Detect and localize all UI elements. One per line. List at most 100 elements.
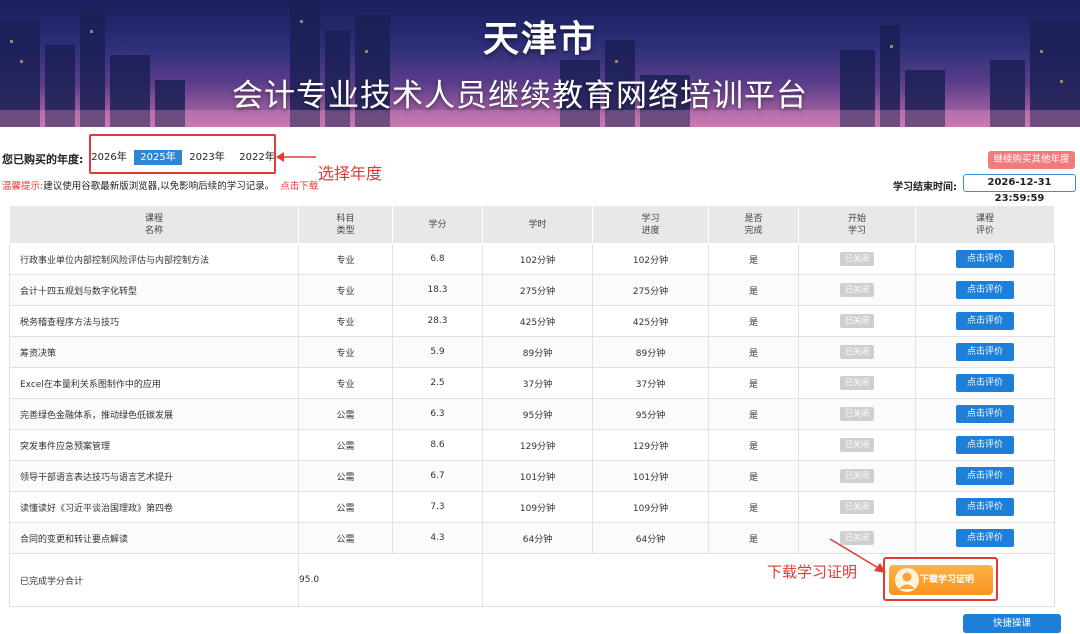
annotation-box-years <box>89 134 276 174</box>
table-row: Excel在本量利关系图制作中的应用 专业 2.5 37分钟 37分钟是已关闭 点击评价 <box>9 367 1055 399</box>
buy-more-years-button[interactable]: 继续购买其他年度 <box>988 151 1075 169</box>
subject-type-cell: 专业 <box>298 336 393 368</box>
evaluate-course-button[interactable]: 点击评价 <box>956 312 1014 330</box>
progress-cell: 102分钟 <box>592 243 709 275</box>
evaluation-cell: 点击评价 <box>915 274 1055 306</box>
closed-status-button: 已关闭 <box>840 376 874 390</box>
hours-cell: 109分钟 <box>482 491 593 523</box>
download-certificate-button[interactable]: 下载学习证明 <box>889 565 993 595</box>
progress-cell: 425分钟 <box>592 305 709 337</box>
download-certificate-label: 下载学习证明 <box>920 575 975 585</box>
closed-status-button: 已关闭 <box>840 407 874 421</box>
evaluate-course-button[interactable]: 点击评价 <box>956 467 1014 485</box>
header-evaluation: 课程 评价 <box>915 205 1055 244</box>
credit-cell: 8.6 <box>392 429 483 461</box>
progress-cell: 129分钟 <box>592 429 709 461</box>
evaluation-cell: 点击评价 <box>915 398 1055 430</box>
hours-cell: 275分钟 <box>482 274 593 306</box>
evaluate-course-button[interactable]: 点击评价 <box>956 343 1014 361</box>
subject-type-cell: 公需 <box>298 491 393 523</box>
evaluation-cell: 点击评价 <box>915 367 1055 399</box>
annotation-select-year: 选择年度 <box>318 164 383 183</box>
quick-course-button[interactable]: 快捷操课 <box>963 614 1061 633</box>
evaluate-course-button[interactable]: 点击评价 <box>956 529 1014 547</box>
course-name-cell: 会计十四五规划与数字化转型 <box>9 274 299 306</box>
notice-download-link[interactable]: 点击下载 <box>280 181 318 192</box>
table-row: 领导干部语言表达技巧与语言艺术提升 公需 6.7 101分钟 101分钟是已关闭 点击评价 <box>9 460 1055 492</box>
progress-cell: 64分钟 <box>592 522 709 554</box>
evaluation-cell: 点击评价 <box>915 460 1055 492</box>
evaluate-course-button[interactable]: 点击评价 <box>956 250 1014 268</box>
evaluate-course-button[interactable]: 点击评价 <box>956 436 1014 454</box>
header-start-study: 开始 学习 <box>798 205 916 244</box>
closed-status-button: 已关闭 <box>840 283 874 297</box>
courses-table: 课程 名称 科目 类型 学分 学时 学习 进度 是否 完成 开始 学习 课程 评价 行政事业… <box>9 205 1055 607</box>
header-banner: 天津市 会计专业技术人员继续教育网络培训平台 <box>0 0 1080 127</box>
course-name-cell: 完善绿色金融体系，推动绿色低碳发展 <box>9 398 299 430</box>
hours-cell: 89分钟 <box>482 336 593 368</box>
credit-cell: 6.8 <box>392 243 483 275</box>
table-row: 筹资决策 专业 5.9 89分钟 89分钟是已关闭 点击评价 <box>9 336 1055 368</box>
progress-cell: 101分钟 <box>592 460 709 492</box>
start-study-cell: 已关闭 <box>798 367 916 399</box>
evaluation-cell: 点击评价 <box>915 429 1055 461</box>
table-row: 完善绿色金融体系，推动绿色低碳发展 公需 6.3 95分钟 95分钟是已关闭 点击评价 <box>9 398 1055 430</box>
subject-type-cell: 专业 <box>298 367 393 399</box>
start-study-cell: 已关闭 <box>798 429 916 461</box>
notice-text: 建议使用谷歌最新版浏览器,以免影响后续的学习记录。 <box>43 181 275 192</box>
table-row: 合同的变更和转让要点解读 公需 4.3 64分钟 64分钟是已关闭 点击评价 <box>9 522 1055 554</box>
table-row: 会计十四五规划与数字化转型 专业 18.3 275分钟 275分钟是已关闭 点击评价 <box>9 274 1055 306</box>
header-progress: 学习 进度 <box>592 205 709 244</box>
evaluate-course-button[interactable]: 点击评价 <box>956 281 1014 299</box>
table-row: 行政事业单位内部控制风险评估与内部控制方法 专业 6.8 102分钟 102分钟是已关闭… <box>9 243 1055 275</box>
start-study-cell: 已关闭 <box>798 305 916 337</box>
course-name-cell: 读懂读好《习近平谈治国理政》第四卷 <box>9 491 299 523</box>
hours-cell: 64分钟 <box>482 522 593 554</box>
subject-type-cell: 公需 <box>298 522 393 554</box>
table-header-row: 课程 名称 科目 类型 学分 学时 学习 进度 是否 完成 开始 学习 课程 评价 <box>9 205 1055 244</box>
certificate-user-icon <box>895 568 919 592</box>
header-hours: 学时 <box>482 205 593 244</box>
evaluate-course-button[interactable]: 点击评价 <box>956 405 1014 423</box>
completed-cell: 是 <box>708 305 799 337</box>
evaluation-cell: 点击评价 <box>915 305 1055 337</box>
hours-cell: 95分钟 <box>482 398 593 430</box>
study-end-label: 学习结束时间: <box>893 182 957 193</box>
credit-cell: 28.3 <box>392 305 483 337</box>
completed-cell: 是 <box>708 522 799 554</box>
credit-total-label: 已完成学分合计 <box>9 553 299 607</box>
purchased-years-label: 您已购买的年度: <box>2 153 84 166</box>
credit-cell: 5.9 <box>392 336 483 368</box>
credit-cell: 6.7 <box>392 460 483 492</box>
completed-cell: 是 <box>708 336 799 368</box>
browser-notice: 温馨提示:建议使用谷歌最新版浏览器,以免影响后续的学习记录。 点击下载 <box>2 178 318 192</box>
course-name-cell: 领导干部语言表达技巧与语言艺术提升 <box>9 460 299 492</box>
subject-type-cell: 公需 <box>298 398 393 430</box>
notice-warn-label: 温馨提示: <box>2 181 44 192</box>
subject-type-cell: 专业 <box>298 243 393 275</box>
header-credit: 学分 <box>392 205 483 244</box>
evaluate-course-button[interactable]: 点击评价 <box>956 498 1014 516</box>
banner-city: 天津市 <box>482 19 597 60</box>
table-row: 读懂读好《习近平谈治国理政》第四卷 公需 7.3 109分钟 109分钟是已关闭 点击评价 <box>9 491 1055 523</box>
hours-cell: 101分钟 <box>482 460 593 492</box>
completed-cell: 是 <box>708 243 799 275</box>
evaluation-cell: 点击评价 <box>915 243 1055 275</box>
progress-cell: 37分钟 <box>592 367 709 399</box>
table-row: 突发事件应急预案管理 公需 8.6 129分钟 129分钟是已关闭 点击评价 <box>9 429 1055 461</box>
start-study-cell: 已关闭 <box>798 398 916 430</box>
closed-status-button: 已关闭 <box>840 314 874 328</box>
evaluate-course-button[interactable]: 点击评价 <box>956 374 1014 392</box>
closed-status-button: 已关闭 <box>840 500 874 514</box>
completed-cell: 是 <box>708 429 799 461</box>
start-study-cell: 已关闭 <box>798 243 916 275</box>
subject-type-cell: 公需 <box>298 429 393 461</box>
completed-cell: 是 <box>708 491 799 523</box>
study-end-time: 2026-12-31 23:59:59 <box>963 174 1076 204</box>
start-study-cell: 已关闭 <box>798 274 916 306</box>
hours-cell: 425分钟 <box>482 305 593 337</box>
course-name-cell: 行政事业单位内部控制风险评估与内部控制方法 <box>9 243 299 275</box>
course-name-cell: 税务稽查程序方法与技巧 <box>9 305 299 337</box>
credit-cell: 2.5 <box>392 367 483 399</box>
start-study-cell: 已关闭 <box>798 491 916 523</box>
